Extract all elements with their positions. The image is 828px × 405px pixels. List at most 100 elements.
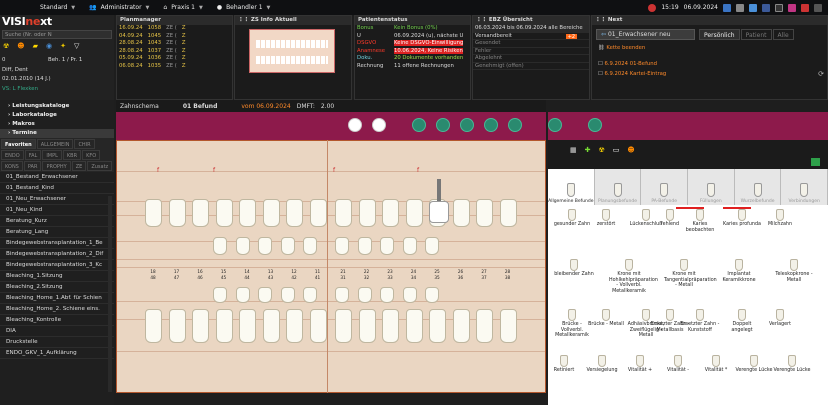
- finding-item[interactable]: Karies beobachten: [680, 209, 720, 233]
- document-icon[interactable]: [588, 118, 602, 132]
- tooth-upper[interactable]: [309, 199, 327, 227]
- finding-item[interactable]: Teleskopkrone - Metall: [774, 259, 814, 283]
- catalog-tab[interactable]: KFO: [82, 150, 101, 160]
- tooth-upper[interactable]: [286, 199, 303, 227]
- catalog-tab[interactable]: ALLGEMEIN: [36, 139, 74, 149]
- tooth-lower[interactable]: [309, 309, 327, 343]
- catalog-tab[interactable]: PROPHY: [42, 161, 71, 171]
- sidebar-scrollbar[interactable]: [108, 196, 112, 392]
- speech-icon[interactable]: ▭: [613, 146, 620, 154]
- status-row[interactable]: Bonus Kein Bonus (0%): [357, 25, 470, 33]
- category-item[interactable]: › Laborkataloge: [0, 111, 114, 120]
- tooth-pa-icon[interactable]: ✚: [585, 146, 591, 154]
- status-row[interactable]: Doku. 20 Dokumente vorhanden: [357, 55, 470, 63]
- tooth-deciduous-upper[interactable]: [380, 237, 394, 255]
- catalog-tab[interactable]: Zusatz: [87, 161, 113, 171]
- mail-icon[interactable]: [723, 3, 731, 12]
- next-item[interactable]: ☐ 6.9.2024 Kartei-Eintrag: [598, 69, 708, 79]
- next-item[interactable]: ☐ 6.9.2024 01-Befund: [598, 59, 708, 69]
- help-icon[interactable]: [749, 3, 757, 12]
- plan-row[interactable]: 06.08.24 1035 ZE (Z: [119, 63, 232, 71]
- finding-item[interactable]: Versiegelung: [582, 355, 622, 374]
- mini-dental-chart[interactable]: [249, 29, 335, 73]
- finding-item[interactable]: Doppelt angelegt: [722, 309, 762, 333]
- catalog-tab[interactable]: ENDO: [1, 150, 24, 160]
- catalog-tab[interactable]: ZE: [71, 161, 87, 171]
- tooth-deciduous-upper[interactable]: [213, 237, 227, 255]
- favorite-item[interactable]: ENDO_GKV_1_Aufklärung: [0, 348, 114, 359]
- tooth-lower[interactable]: [429, 309, 446, 343]
- tooth-deciduous-lower[interactable]: [357, 287, 372, 303]
- filter-icon[interactable]: ▽: [74, 42, 79, 50]
- ebz-row[interactable]: Abgelehnt: [473, 55, 589, 63]
- tooth-deciduous-lower[interactable]: [280, 287, 295, 303]
- finding-item[interactable]: Ersetzter Zahn - Kunststoff: [680, 309, 720, 333]
- tooth-upper[interactable]: [358, 199, 376, 227]
- tooth-upper[interactable]: [262, 199, 280, 227]
- record-icon[interactable]: [648, 3, 657, 12]
- tooth-lower[interactable]: [358, 309, 376, 343]
- finding-item[interactable]: Vitalität *: [696, 355, 736, 374]
- tooth-upper[interactable]: [335, 199, 352, 227]
- practitioner-selector[interactable]: ● Behandler 1 ▼: [217, 4, 271, 11]
- confirm-check-icon[interactable]: [811, 158, 820, 166]
- status-row[interactable]: Rechnung 11 offene Rechnungen: [357, 63, 470, 71]
- plan-row[interactable]: 28.08.24 1037 ZE (Z: [119, 48, 232, 56]
- settings-icon[interactable]: [736, 3, 744, 12]
- finding-item[interactable]: Verengte Lücke: [772, 355, 812, 374]
- tooth-lower[interactable]: [335, 309, 352, 343]
- plan-row[interactable]: 16.09.24 1058 ZE (Z: [119, 25, 232, 33]
- finding-item[interactable]: Milchzahn: [760, 209, 800, 228]
- tooth-deciduous-upper[interactable]: [357, 237, 372, 255]
- tooth-lower[interactable]: [145, 309, 162, 343]
- finding-item[interactable]: Karies profunda: [722, 209, 762, 228]
- finding-item[interactable]: bleibender Zahn: [554, 259, 594, 278]
- favorite-item[interactable]: Bleaching_1.Sitzung: [0, 271, 114, 282]
- plan-row[interactable]: 05.09.24 1036 ZE (Z: [119, 55, 232, 63]
- tooth-upper[interactable]: [239, 199, 256, 227]
- favorite-item[interactable]: Bleaching_Home_1.Abf. für Schien: [0, 293, 114, 304]
- findings-tab[interactable]: PA-Befunde: [641, 169, 689, 205]
- person-icon[interactable]: ☻: [17, 42, 24, 50]
- search-input[interactable]: Suche (Nr. oder N: [2, 30, 112, 39]
- tooth-deciduous-lower[interactable]: [213, 287, 227, 303]
- gauge-icon[interactable]: [548, 118, 562, 132]
- catalog-tab[interactable]: KONS: [1, 161, 23, 171]
- next-action-button[interactable]: ⇦ 01_Erwachsener neu: [596, 29, 695, 40]
- tooth-upper[interactable]: [382, 199, 399, 227]
- tooth-deciduous-lower[interactable]: [303, 287, 317, 303]
- favorite-item[interactable]: 01_Neu_Erwachsener: [0, 194, 114, 205]
- tooth-deciduous-lower[interactable]: [235, 287, 250, 303]
- favorite-item[interactable]: Bindegewebstransplantation_1_Be: [0, 238, 114, 249]
- tooth-deciduous-upper[interactable]: [235, 237, 250, 255]
- favorite-item[interactable]: Bleaching_2.Sitzung: [0, 282, 114, 293]
- tooth-lower[interactable]: [476, 309, 493, 343]
- finding-item[interactable]: Brücke - Metall: [586, 309, 626, 328]
- tooth-upper[interactable]: [145, 199, 162, 227]
- cash-icon[interactable]: [508, 118, 522, 132]
- next-item[interactable]: ⛓ Kette beenden: [598, 43, 708, 53]
- tooth-upper[interactable]: [452, 199, 470, 227]
- favorite-item[interactable]: Druckstelle: [0, 337, 114, 348]
- x-icon[interactable]: [775, 3, 783, 12]
- tooth-lower[interactable]: [405, 309, 423, 343]
- status-row[interactable]: DSGVO Keine DSGVO-Einwilligung: [357, 40, 470, 48]
- befund-label[interactable]: 01 Befund: [183, 103, 218, 110]
- findings-tab[interactable]: Planungsbefunde: [595, 169, 642, 205]
- tooth-lower[interactable]: [168, 309, 186, 343]
- category-item[interactable]: › Makros: [0, 120, 114, 129]
- tooth-lower[interactable]: [452, 309, 470, 343]
- favorite-item[interactable]: Bleaching_Home_2. Schiene eins.: [0, 304, 114, 315]
- tooth-view-icon[interactable]: [348, 118, 362, 132]
- finding-item[interactable]: Verlagert: [760, 309, 800, 328]
- info-icon[interactable]: [801, 3, 809, 12]
- tooth-deciduous-upper[interactable]: [402, 237, 417, 255]
- finding-item[interactable]: zerstört: [586, 209, 626, 228]
- ebz-row[interactable]: Genehmigt (offen): [473, 63, 589, 70]
- findings-tab[interactable]: Allgemeine Befunde: [548, 169, 595, 205]
- tooth-lower[interactable]: [499, 309, 517, 343]
- category-item[interactable]: › Leistungskataloge: [0, 102, 114, 111]
- face-icon[interactable]: ☻: [627, 146, 634, 154]
- status-row[interactable]: Anamnese 10.06.2024, Keine Risiken: [357, 47, 470, 56]
- cash-icon[interactable]: [484, 118, 498, 132]
